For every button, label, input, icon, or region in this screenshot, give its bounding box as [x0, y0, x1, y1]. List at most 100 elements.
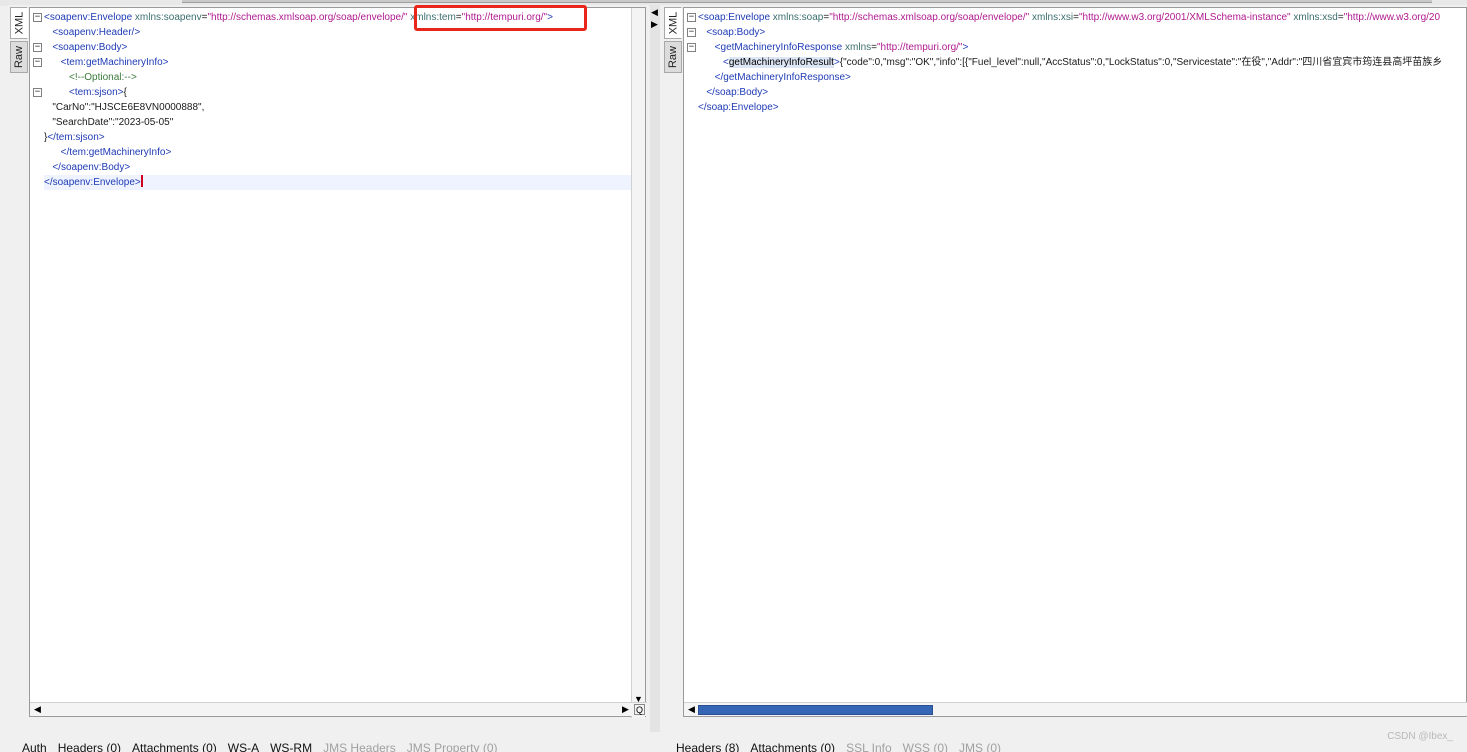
fold-soap-envelope-icon[interactable]: −	[687, 13, 696, 22]
response-hscroll-thumb[interactable]	[698, 705, 933, 715]
bottom-tab[interactable]: Headers (8)	[676, 741, 739, 752]
code-token: </getMachineryInfoResponse>	[698, 72, 851, 83]
response-horizontal-scrollbar[interactable]: ◀	[684, 702, 1467, 716]
request-bottom-tabs: Auth Headers (0) Attachments (0) WS-A WS-RM J…	[22, 741, 497, 752]
scroll-right-icon[interactable]: ▶	[620, 704, 631, 715]
code-token: </soap:Envelope>	[698, 102, 779, 113]
bottom-tab[interactable]: Attachments (0)	[750, 741, 835, 752]
code-token: <soapenv:Envelope	[44, 12, 135, 23]
code-line[interactable]: <!--Optional:-->	[44, 70, 645, 85]
response-xml-code[interactable]: <soap:Envelope xmlns:soap="http://schema…	[698, 10, 1466, 115]
code-line[interactable]: </soap:Envelope>	[698, 100, 1466, 115]
bottom-tab[interactable]: SSL Info	[846, 741, 892, 752]
code-token: "http://tempuri.org/"	[877, 42, 963, 53]
request-horizontal-scrollbar[interactable]: ◀ ▶ Q	[30, 702, 647, 716]
code-token: xmlns:xsd	[1293, 12, 1338, 23]
bottom-tab[interactable]: WSS (0)	[903, 741, 948, 752]
bottom-tab[interactable]: Headers (0)	[58, 741, 121, 752]
code-line[interactable]: </soapenv:Body>	[44, 160, 645, 175]
code-token: </tem:getMachineryInfo>	[44, 147, 172, 158]
bottom-tab[interactable]: WS-A	[228, 741, 259, 752]
fold-getmachineryinfo-icon[interactable]: −	[33, 58, 42, 67]
annotation-highlight-box	[414, 5, 587, 31]
fold-response-icon[interactable]: −	[687, 43, 696, 52]
request-tab-xml[interactable]: XML	[10, 7, 28, 39]
code-token: getMachineryInfoResult	[728, 57, 834, 68]
code-line[interactable]: <soap:Body>	[698, 25, 1466, 40]
request-pane: XML Raw − − − − <soapenv:Envelope xmlns:…	[8, 5, 648, 732]
code-token: xmlns	[845, 42, 872, 53]
fold-envelope-icon[interactable]: −	[33, 13, 42, 22]
code-token: "http://schemas.xmlsoap.org/soap/envelop…	[207, 12, 408, 23]
text-caret	[140, 175, 143, 187]
request-view-tabs: XML Raw	[10, 7, 28, 75]
code-line[interactable]: <soapenv:Body>	[44, 40, 645, 55]
code-line[interactable]: </soap:Body>	[698, 85, 1466, 100]
fold-body-icon[interactable]: −	[33, 43, 42, 52]
code-token: "SearchDate":"2023-05-05"	[44, 117, 174, 128]
soapui-request-response-view: XML Raw − − − − <soapenv:Envelope xmlns:…	[0, 0, 1467, 752]
code-token: <tem:getMachineryInfo>	[44, 57, 169, 68]
request-fold-gutter: − − − −	[30, 8, 44, 716]
code-token: "CarNo":"HJSCE6E8VN0000888",	[44, 102, 205, 113]
request-xml-editor[interactable]: − − − − <soapenv:Envelope xmlns:soapenv=…	[29, 7, 647, 718]
response-xml-editor[interactable]: − − − <soap:Envelope xmlns:soap="http://…	[683, 7, 1467, 717]
response-tab-xml[interactable]: XML	[664, 7, 682, 39]
fold-sjson-icon[interactable]: −	[33, 88, 42, 97]
code-token: <soapenv:Body>	[44, 42, 128, 53]
code-token: {"code":0,"msg":"OK","info":[{"Fuel_leve…	[839, 57, 1443, 68]
code-line[interactable]: <getMachineryInfoResult>{"code":0,"msg":…	[698, 55, 1466, 70]
response-tab-raw-label: Raw	[667, 45, 680, 69]
zoom-corner-icon[interactable]: Q	[634, 704, 645, 715]
request-tab-raw-label: Raw	[13, 45, 26, 69]
code-token: <soapenv:Header/>	[44, 27, 141, 38]
code-line[interactable]: <tem:getMachineryInfo>	[44, 55, 645, 70]
request-tab-xml-label: XML	[13, 11, 25, 35]
code-token: <!--Optional:-->	[44, 72, 137, 83]
code-token: "http://www.w3.org/2001/XMLSchema-instan…	[1078, 12, 1291, 23]
code-token: "http://www.w3.org/20	[1343, 12, 1441, 23]
response-bottom-tabs: Headers (8) Attachments (0) SSL Info WSS (0…	[676, 741, 1001, 752]
bottom-tab[interactable]: JMS Property (0)	[407, 741, 498, 752]
code-line[interactable]: </tem:getMachineryInfo>	[44, 145, 645, 160]
scroll-left-icon[interactable]: ◀	[686, 704, 697, 715]
code-token: <soap:Envelope	[698, 12, 773, 23]
code-token: <soap:Body>	[698, 27, 766, 38]
bottom-tab[interactable]: Attachments (0)	[132, 741, 217, 752]
response-tab-raw[interactable]: Raw	[664, 41, 682, 73]
code-token: <getMachineryInfoResponse	[698, 42, 846, 53]
code-line[interactable]: </getMachineryInfoResponse>	[698, 70, 1466, 85]
pane-splitter[interactable]: ◀ ▶	[650, 5, 660, 732]
top-scrollbar-thumb[interactable]	[182, 0, 1432, 3]
scroll-left-icon[interactable]: ◀	[32, 704, 43, 715]
request-tab-raw[interactable]: Raw	[10, 41, 28, 73]
code-line[interactable]: "SearchDate":"2023-05-05"	[44, 115, 645, 130]
code-token: </tem:sjson>	[47, 132, 105, 143]
code-line[interactable]: </soapenv:Envelope>	[44, 175, 645, 190]
code-line[interactable]: <soap:Envelope xmlns:soap="http://schema…	[698, 10, 1466, 25]
code-line[interactable]: <tem:sjson>{	[44, 85, 645, 100]
request-xml-code[interactable]: <soapenv:Envelope xmlns:soapenv="http://…	[44, 10, 645, 190]
code-token: xmlns:xsi	[1031, 12, 1074, 23]
code-line[interactable]: <getMachineryInfoResponse xmlns="http://…	[698, 40, 1466, 55]
code-line[interactable]: "CarNo":"HJSCE6E8VN0000888",	[44, 100, 645, 115]
code-token: {	[123, 87, 127, 98]
code-token: xmlns:soap	[772, 12, 824, 23]
bottom-tab[interactable]: JMS Headers	[323, 741, 396, 752]
bottom-tab[interactable]: JMS (0)	[959, 741, 1001, 752]
code-token: </soapenv:Envelope>	[44, 177, 141, 188]
bottom-tab[interactable]: WS-RM	[270, 741, 312, 752]
response-view-tabs: XML Raw	[664, 7, 682, 75]
response-pane: XML Raw − − − <soap:Envelope xmlns:soap=…	[662, 5, 1467, 732]
response-fold-gutter: − − −	[684, 8, 698, 716]
code-token: </soapenv:Body>	[44, 162, 131, 173]
collapse-right-icon[interactable]: ▶	[651, 19, 658, 30]
code-token: <tem:sjson>	[44, 87, 124, 98]
collapse-left-icon[interactable]: ◀	[651, 7, 658, 18]
request-vertical-scrollbar[interactable]: ▼	[631, 8, 645, 718]
fold-soap-body-icon[interactable]: −	[687, 28, 696, 37]
watermark-text: CSDN @Ibex_	[1387, 731, 1453, 742]
bottom-tab[interactable]: Auth	[22, 741, 47, 752]
code-line[interactable]: }</tem:sjson>	[44, 130, 645, 145]
response-tab-xml-label: XML	[667, 11, 679, 35]
